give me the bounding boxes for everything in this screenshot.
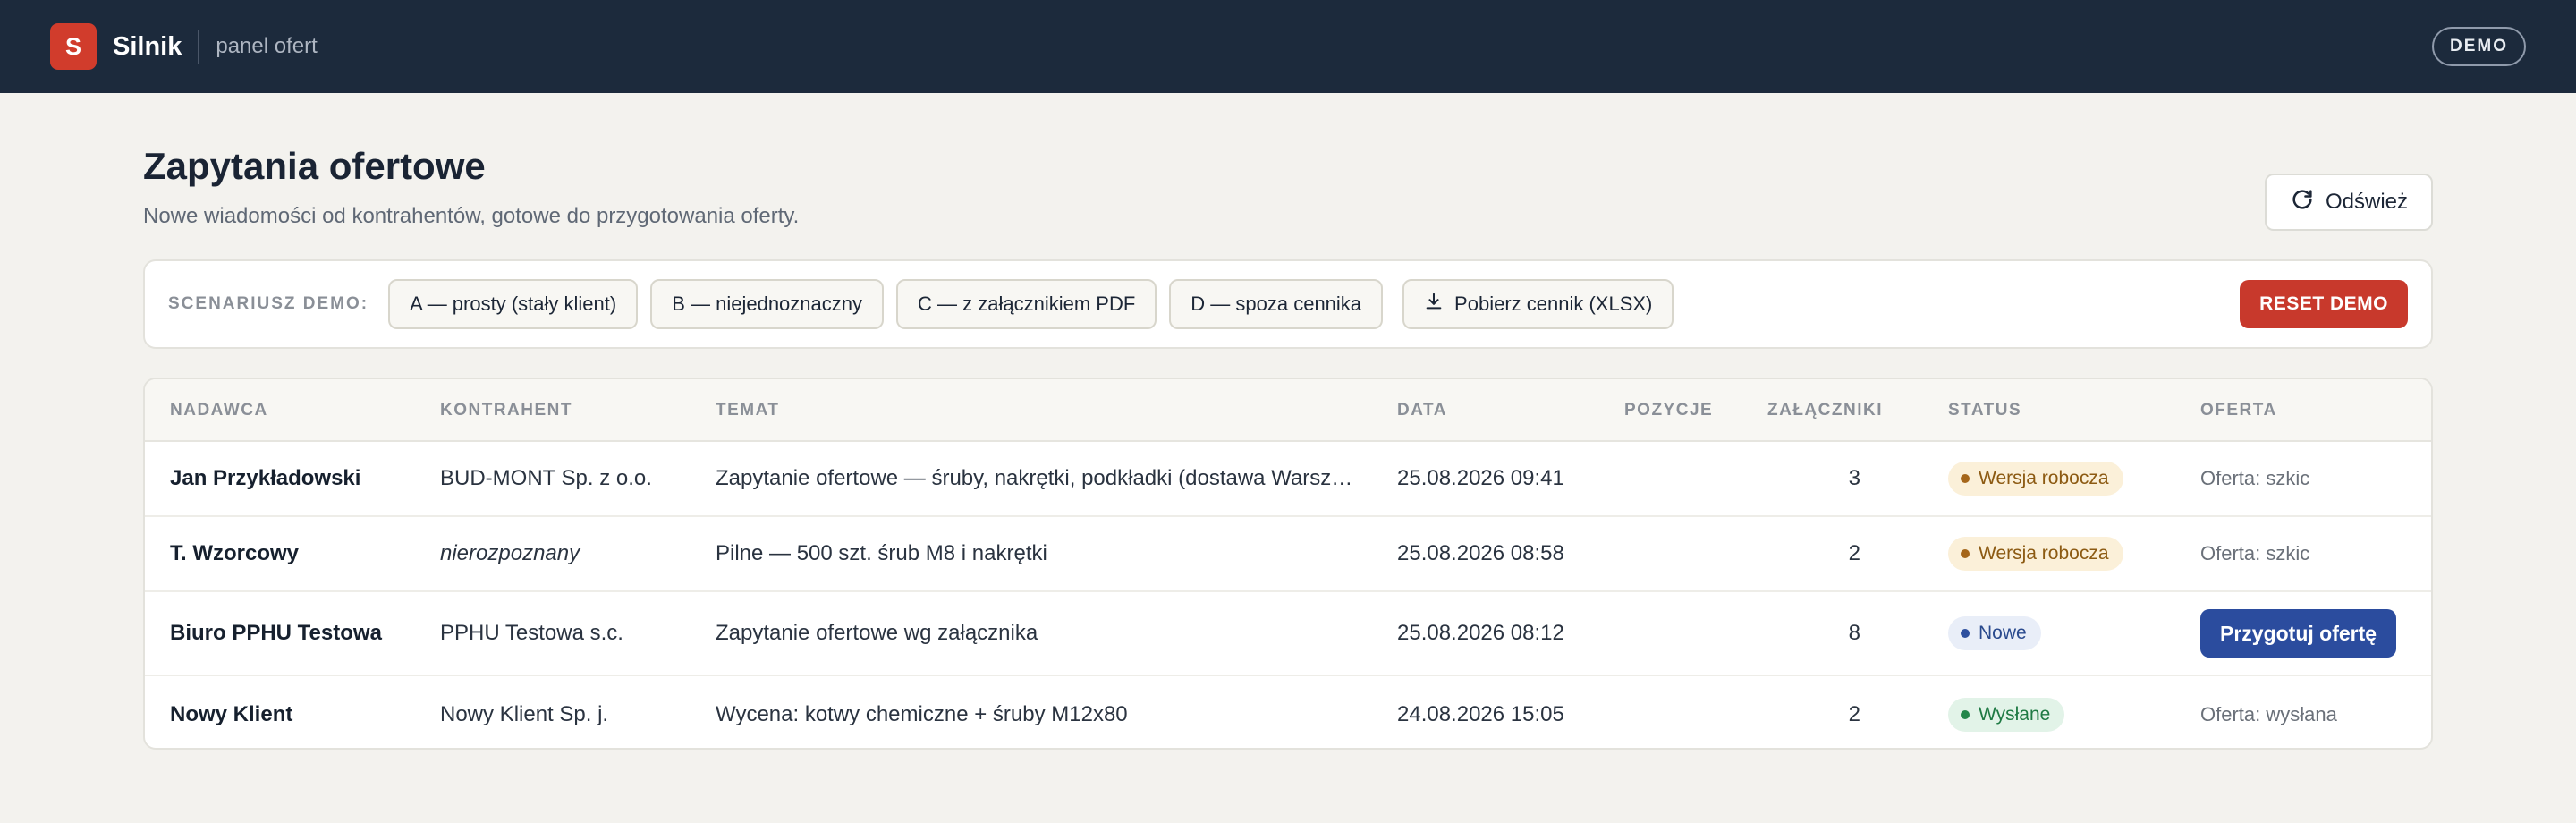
status-dot [1961,629,1970,638]
refresh-button[interactable]: Odśwież [2265,174,2433,231]
row-status: Wersja robocza [1948,517,2123,590]
inquiries-table: NADAWCA KONTRAHENT TEMAT DATA POZYCJE ZA… [143,378,2433,750]
status-label: Wysłane [1979,704,2051,725]
download-pricelist-button[interactable]: Pobierz cennik (XLSX) [1402,279,1674,329]
row-contractor: BUD-MONT Sp. z o.o. [440,466,652,490]
demo-mode-badge: DEMO [2432,27,2526,66]
row-date: 25.08.2026 09:41 [1397,466,1564,490]
top-navbar: S Silnik panel ofert DEMO [0,0,2576,93]
col-contractor: KONTRAHENT [440,401,572,420]
row-sender: Biuro PPHU Testowa [170,621,382,645]
col-items: POZYCJE [1624,401,1714,420]
col-date: DATA [1397,401,1447,420]
row-date: 24.08.2026 15:05 [1397,702,1564,726]
row-contractor: nierozpoznany [440,541,580,565]
row-sender: Jan Przykładowski [170,466,361,490]
row-subject: Pilne — 500 szt. śrub M8 i nakrętki [716,541,1047,565]
row-offer: Oferta: szkic [2200,467,2310,489]
row-subject: Wycena: kotwy chemiczne + śruby M12x80 [716,702,1128,726]
refresh-label: Odśwież [2325,190,2409,214]
row-subject: Zapytanie ofertowe — śruby, nakrętki, po… [716,466,1353,490]
download-icon [1424,292,1444,317]
status-label: Nowe [1979,623,2027,643]
scenario-d-button[interactable]: D — spoza cennika [1169,279,1384,329]
row-offer: Oferta: szkic [2200,542,2310,564]
row-sender: T. Wzorcowy [170,541,300,565]
status-dot [1961,474,1970,483]
scenario-a-button[interactable]: A — prosty (stały klient) [388,279,639,329]
brand-subtitle: panel ofert [216,34,318,58]
refresh-icon [2290,187,2315,218]
row-sender: Nowy Klient [170,702,293,726]
demo-scenario-panel: SCENARIUSZ DEMO: A — prosty (stały klien… [143,259,2433,349]
status-badge: Wersja robocza [1948,537,2123,571]
row-contractor: PPHU Testowa s.c. [440,621,623,645]
row-status: Nowe [1948,592,2041,675]
status-badge: Wysłane [1948,698,2065,732]
status-badge: Nowe [1948,616,2041,650]
status-label: Wersja robocza [1979,543,2109,564]
col-offer: OFERTA [2200,401,2277,420]
row-date: 25.08.2026 08:12 [1397,621,1564,645]
row-subject: Zapytanie ofertowe wg załącznika [716,621,1038,645]
row-offer: Oferta: wysłana [2200,703,2337,725]
brand-name: Silnik [113,31,182,61]
row-status: Wysłane [1948,676,2065,748]
col-sender: NADAWCA [170,401,268,420]
table-header: NADAWCA KONTRAHENT TEMAT DATA POZYCJE ZA… [145,379,2431,442]
scenario-b-button[interactable]: B — niejednoznaczny [650,279,884,329]
col-subject: TEMAT [716,401,780,420]
table-row[interactable]: T. Wzorcowy nierozpoznany Pilne — 500 sz… [145,517,2431,592]
logo: S [50,23,97,70]
row-date: 25.08.2026 08:58 [1397,541,1564,565]
scenario-label: SCENARIUSZ DEMO: [168,294,369,313]
page-title: Zapytania ofertowe [143,145,486,187]
prepare-offer-button[interactable]: Przygotuj ofertę [2200,609,2397,658]
page-description: Nowe wiadomości od kontrahentów, gotowe … [143,204,800,228]
status-badge: Wersja robocza [1948,462,2123,496]
row-offer: Przygotuj ofertę [2200,592,2397,675]
row-status: Wersja robocza [1948,442,2123,515]
reset-demo-button[interactable]: RESET DEMO [2240,280,2408,328]
table-row[interactable]: Nowy Klient Nowy Klient Sp. j. Wycena: k… [145,676,2431,748]
status-dot [1961,710,1970,719]
row-contractor: Nowy Klient Sp. j. [440,702,609,726]
col-attachments: ZAŁĄCZNIKI [1767,401,1883,420]
table-row[interactable]: Jan Przykładowski BUD-MONT Sp. z o.o. Za… [145,442,2431,517]
scenario-c-button[interactable]: C — z załącznikiem PDF [896,279,1157,329]
status-label: Wersja robocza [1979,468,2109,488]
status-dot [1961,549,1970,558]
brand-divider [198,30,200,64]
download-pricelist-label: Pobierz cennik (XLSX) [1454,293,1653,315]
table-row[interactable]: Biuro PPHU Testowa PPHU Testowa s.c. Zap… [145,592,2431,676]
col-status: STATUS [1948,401,2022,420]
